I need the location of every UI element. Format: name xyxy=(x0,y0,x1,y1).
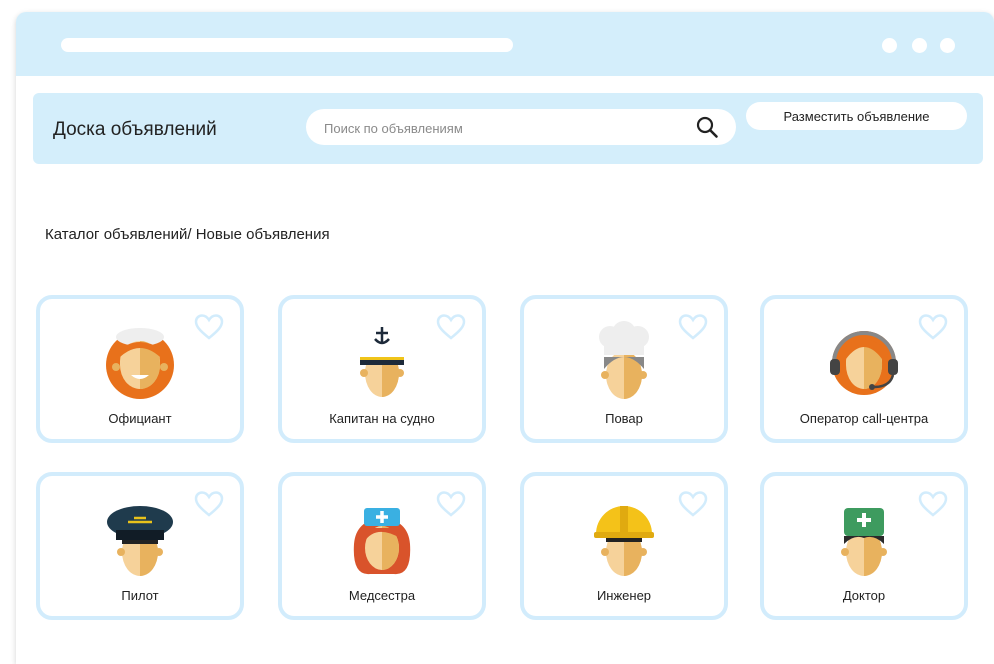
heart-icon[interactable] xyxy=(194,490,224,518)
nurse-icon xyxy=(353,508,411,575)
waitress-icon xyxy=(106,328,174,399)
doctor-icon xyxy=(841,508,887,576)
heart-icon[interactable] xyxy=(678,313,708,341)
heart-icon[interactable] xyxy=(436,490,466,518)
browser-window: Доска объявлений Разместить объявление К… xyxy=(16,12,994,664)
ad-card-captain[interactable]: Капитан на судно xyxy=(278,295,486,443)
ad-card-call-center-operator[interactable]: Оператор call-центра xyxy=(760,295,968,443)
heart-icon[interactable] xyxy=(194,313,224,341)
ad-card-chef[interactable]: Повар xyxy=(520,295,728,443)
card-label: Медсестра xyxy=(348,588,416,603)
card-label: Оператор call-центра xyxy=(799,411,929,426)
site-title: Доска объявлений xyxy=(53,119,217,140)
browser-titlebar xyxy=(16,12,994,76)
card-label: Официант xyxy=(108,411,172,426)
breadcrumb[interactable]: Каталог объявлений/ Новые объявления xyxy=(45,226,330,243)
card-label: Инженер xyxy=(596,588,652,603)
search-box xyxy=(306,109,736,145)
heart-icon[interactable] xyxy=(678,490,708,518)
card-label: Повар xyxy=(605,411,643,426)
site-header: Доска объявлений Разместить объявление xyxy=(33,93,983,164)
window-control-dot[interactable] xyxy=(882,38,897,53)
window-control-dot[interactable] xyxy=(940,38,955,53)
engineer-icon xyxy=(594,506,654,576)
heart-icon[interactable] xyxy=(436,313,466,341)
ad-card-engineer[interactable]: Инженер xyxy=(520,472,728,620)
search-input[interactable] xyxy=(322,117,686,139)
heart-icon[interactable] xyxy=(918,490,948,518)
call-center-operator-icon xyxy=(830,331,898,395)
ad-card-waitress[interactable]: Официант xyxy=(36,295,244,443)
address-bar[interactable] xyxy=(61,38,513,52)
chef-icon xyxy=(599,321,649,399)
heart-icon[interactable] xyxy=(918,313,948,341)
card-label: Капитан на судно xyxy=(329,411,435,426)
ad-card-nurse[interactable]: Медсестра xyxy=(278,472,486,620)
card-label: Пилот xyxy=(121,588,159,603)
search-icon[interactable] xyxy=(695,115,719,139)
post-ad-button[interactable]: Разместить объявление xyxy=(746,102,967,130)
window-control-dot[interactable] xyxy=(912,38,927,53)
pilot-icon xyxy=(107,506,173,576)
captain-icon xyxy=(358,327,406,397)
ad-card-doctor[interactable]: Доктор xyxy=(760,472,968,620)
card-label: Доктор xyxy=(842,588,886,603)
ad-card-pilot[interactable]: Пилот xyxy=(36,472,244,620)
